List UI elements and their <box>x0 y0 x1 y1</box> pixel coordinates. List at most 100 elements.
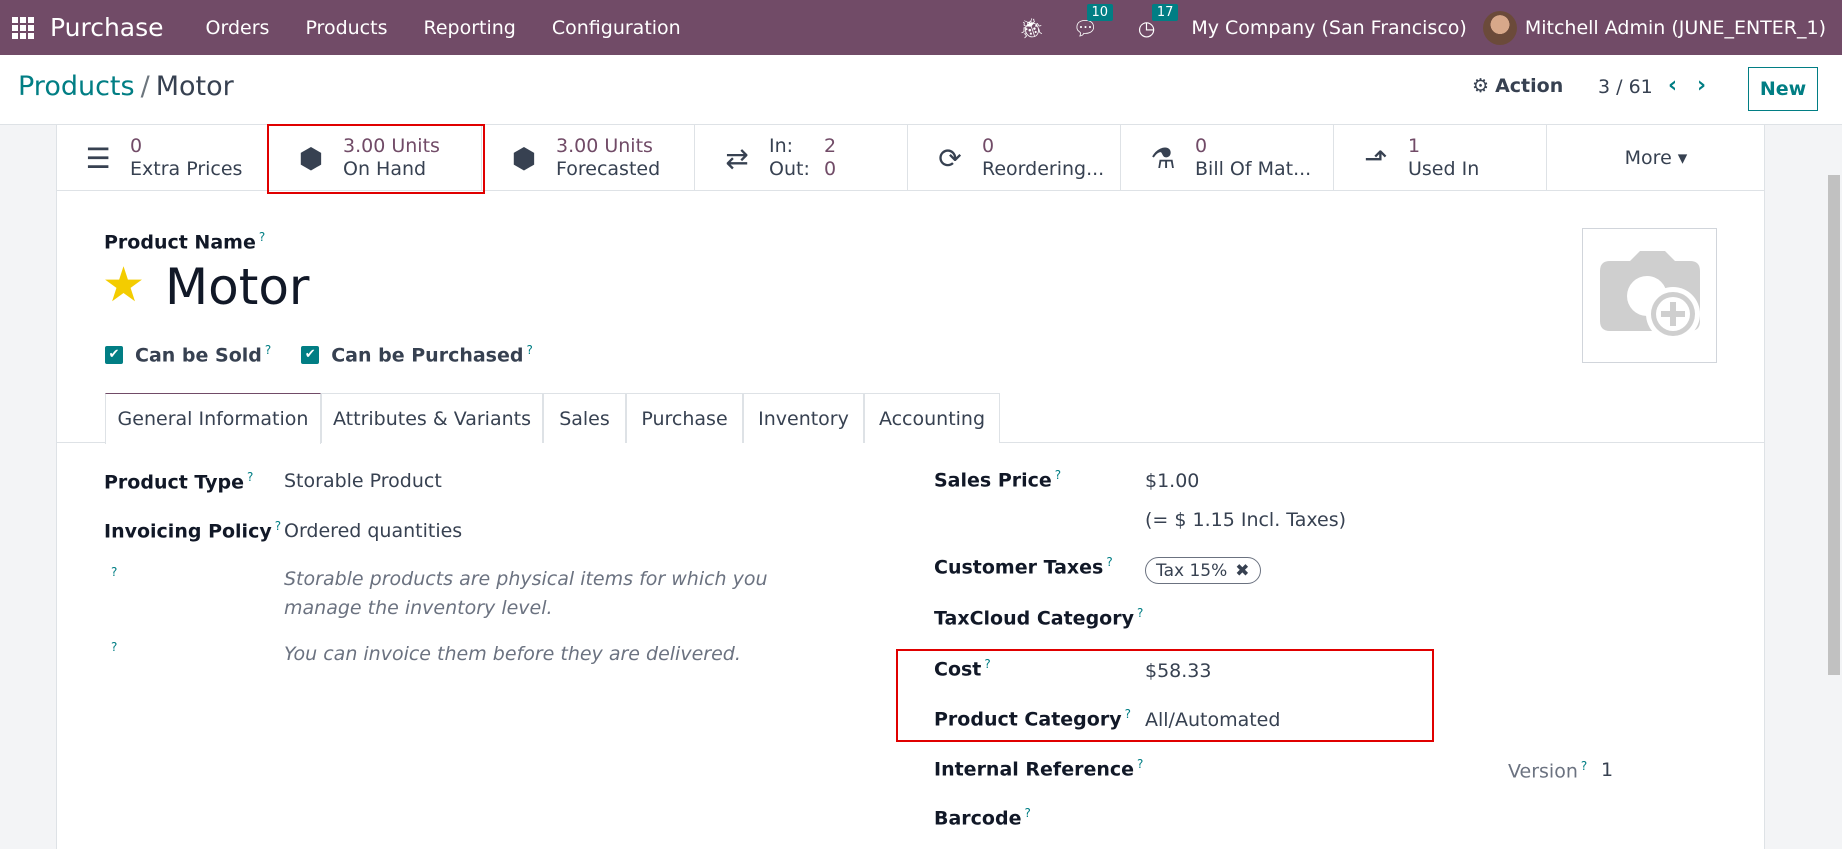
help-tooltip-icon[interactable]: ? <box>247 470 253 484</box>
help-tooltip-icon[interactable]: ? <box>1055 468 1061 482</box>
messages-icon[interactable]: 💬︎ 10 <box>1073 3 1114 40</box>
gear-icon: ⚙ <box>1472 75 1490 97</box>
app-name[interactable]: Purchase <box>50 13 164 42</box>
breadcrumb-separator: / <box>140 71 150 102</box>
tax-tag-label: Tax 15% <box>1156 560 1228 581</box>
help-tooltip-icon[interactable]: ? <box>984 657 990 671</box>
label-text: Can be Sold <box>135 344 262 367</box>
product-image-upload[interactable] <box>1582 228 1717 363</box>
smart-button-on-hand[interactable]: ⬢ 3.00 Units On Hand <box>269 125 482 191</box>
product-name-field[interactable]: Motor <box>165 258 309 316</box>
checkbox-row: ✔ Can be Sold? ✔ Can be Purchased? <box>105 343 563 366</box>
cubes-icon: ⬢ <box>511 141 537 175</box>
label-text: Product Type <box>104 471 245 494</box>
menu-products[interactable]: Products <box>305 17 387 39</box>
level-up-icon: ⬏ <box>1364 141 1388 175</box>
label-text: Internal Reference <box>934 758 1135 781</box>
in-label: In: <box>769 135 794 157</box>
menu-orders[interactable]: Orders <box>206 17 270 39</box>
can-be-sold-checkbox[interactable]: ✔ <box>105 345 123 364</box>
cost-label: Cost? <box>934 657 991 680</box>
action-label: Action <box>1495 75 1564 97</box>
product-category-field[interactable]: All/Automated <box>1145 709 1280 731</box>
barcode-label: Barcode? <box>934 806 1031 829</box>
exchange-icon: ⇄ <box>725 141 749 175</box>
menu-configuration[interactable]: Configuration <box>552 17 681 39</box>
pager-value[interactable]: 3 / 61 <box>1598 76 1653 98</box>
smart-label: Extra Prices <box>130 158 243 180</box>
top-navbar: Purchase Orders Products Reporting Confi… <box>0 0 1842 55</box>
tax-tag[interactable]: Tax 15% ✖ <box>1145 557 1261 584</box>
product-category-label: Product Category? <box>934 707 1131 730</box>
tab-attributes-variants[interactable]: Attributes & Variants <box>321 393 543 443</box>
tab-purchase[interactable]: Purchase <box>626 393 743 443</box>
sales-price-field[interactable]: $1.00 <box>1145 470 1199 492</box>
help-tooltip-icon[interactable]: ? <box>1024 806 1030 820</box>
help-marker-2[interactable]: ? <box>108 640 117 663</box>
cost-field[interactable]: $58.33 <box>1145 660 1211 682</box>
favorite-star-icon[interactable]: ★ <box>102 260 145 310</box>
remove-tag-icon[interactable]: ✖ <box>1235 561 1249 581</box>
menu-reporting[interactable]: Reporting <box>423 17 515 39</box>
help-marker-1[interactable]: ? <box>108 565 117 588</box>
smart-button-used-in[interactable]: ⬏ 1 Used In <box>1334 125 1547 191</box>
tab-inventory[interactable]: Inventory <box>743 393 864 443</box>
sales-price-label: Sales Price? <box>934 468 1061 491</box>
tab-sales[interactable]: Sales <box>543 393 626 443</box>
help-tooltip-icon[interactable]: ? <box>1106 555 1112 569</box>
product-name-label: Product Name? <box>104 230 265 253</box>
more-label: More ▾ <box>1624 147 1688 169</box>
help-tooltip-icon[interactable]: ? <box>526 343 532 357</box>
chevron-left-icon[interactable]: ‹ <box>1668 73 1677 98</box>
action-button[interactable]: ⚙ Action <box>1472 75 1563 97</box>
more-button[interactable]: More ▾ <box>1547 125 1765 191</box>
smart-label: Reordering... <box>982 158 1105 180</box>
activities-clock-icon[interactable]: ◷ 17 <box>1138 3 1179 40</box>
help-tooltip-icon[interactable]: ? <box>275 519 281 533</box>
smart-button-reordering[interactable]: ⟳ 0 Reordering... <box>908 125 1121 191</box>
chevron-right-icon[interactable]: › <box>1697 73 1706 98</box>
smart-button-extra-prices[interactable]: ☰ 0 Extra Prices <box>56 125 269 191</box>
smart-button-bom[interactable]: ⚗ 0 Bill Of Mat... <box>1121 125 1334 191</box>
smart-label: Used In <box>1408 158 1480 180</box>
user-avatar[interactable] <box>1482 10 1517 45</box>
tab-general-information[interactable]: General Information <box>105 393 321 444</box>
debug-bug-icon[interactable]: 🐞︎ <box>1019 16 1044 40</box>
label-text: Invoicing Policy <box>104 520 272 543</box>
help-tooltip-icon[interactable]: ? <box>1581 759 1587 773</box>
help-tooltip-icon[interactable]: ? <box>259 230 265 244</box>
product-type-field[interactable]: Storable Product <box>284 470 442 492</box>
apps-grid-icon[interactable] <box>12 16 34 39</box>
help-tooltip-icon[interactable]: ? <box>111 640 117 654</box>
in-value: 2 <box>824 135 837 157</box>
help-tooltip-icon[interactable]: ? <box>1137 757 1143 771</box>
help-tooltip-icon[interactable]: ? <box>1137 606 1143 620</box>
new-button[interactable]: New <box>1748 67 1818 111</box>
customer-taxes-label: Customer Taxes? <box>934 555 1113 578</box>
label-text: Can be Purchased <box>331 344 524 367</box>
camera-plus-icon <box>1599 250 1700 341</box>
cubes-icon: ⬢ <box>298 141 324 175</box>
sales-price-incl-taxes: (= $ 1.15 Incl. Taxes) <box>1145 509 1347 531</box>
help-tooltip-icon[interactable]: ? <box>265 343 271 357</box>
smart-value: 1 <box>1408 135 1421 157</box>
company-switcher[interactable]: My Company (San Francisco) <box>1191 17 1466 39</box>
breadcrumb: Products / Motor <box>18 71 234 102</box>
version-field[interactable]: 1 <box>1601 759 1613 781</box>
can-be-purchased-checkbox[interactable]: ✔ <box>301 345 320 364</box>
smart-label: Bill Of Mat... <box>1195 158 1312 180</box>
product-type-help: Storable products are physical items for… <box>284 568 768 619</box>
flask-icon: ⚗ <box>1150 141 1176 175</box>
user-menu[interactable]: Mitchell Admin (JUNE_ENTER_1) <box>1525 17 1826 39</box>
invoicing-policy-field[interactable]: Ordered quantities <box>284 520 462 542</box>
taxcloud-category-label: TaxCloud Category? <box>934 606 1143 629</box>
label-text: Sales Price <box>934 469 1052 492</box>
breadcrumb-products[interactable]: Products <box>18 71 135 102</box>
scrollbar[interactable] <box>1828 175 1840 675</box>
tab-accounting[interactable]: Accounting <box>864 393 1000 443</box>
smart-buttons: ☰ 0 Extra Prices ⬢ 3.00 Units On Hand ⬢ 3.… <box>56 125 1765 191</box>
help-tooltip-icon[interactable]: ? <box>111 565 117 579</box>
smart-button-in-out[interactable]: ⇄ In: 2 Out: 0 <box>695 125 908 191</box>
help-tooltip-icon[interactable]: ? <box>1125 707 1131 721</box>
smart-button-forecasted[interactable]: ⬢ 3.00 Units Forecasted <box>482 125 695 191</box>
